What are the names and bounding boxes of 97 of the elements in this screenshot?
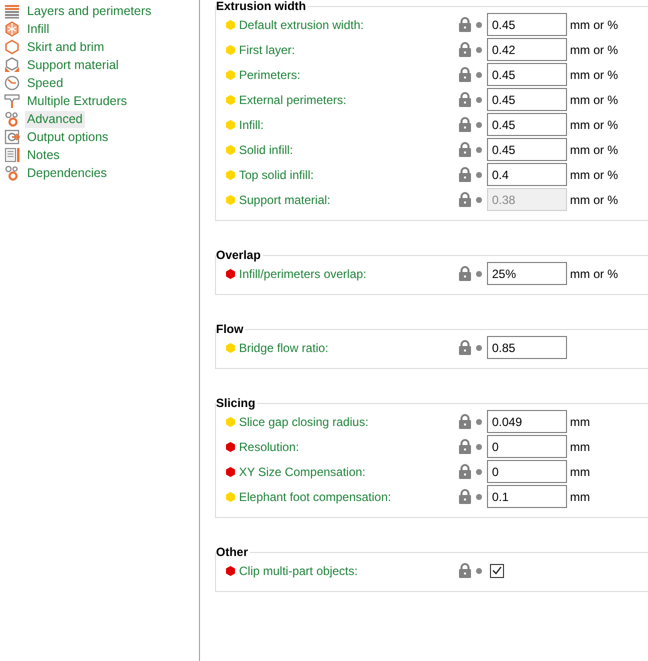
extruder-icon <box>4 93 20 109</box>
lock-icon[interactable] <box>458 192 472 208</box>
lock-icon[interactable] <box>458 414 472 430</box>
option-label: Resolution: <box>239 438 300 456</box>
reset-dot-icon[interactable] <box>476 22 482 28</box>
option-label: Bridge flow ratio: <box>239 340 328 356</box>
option-label: Slice gap closing radius: <box>239 414 368 430</box>
gears-icon <box>4 165 20 181</box>
option-label: Infill: <box>239 116 264 134</box>
value-field[interactable]: 0 <box>487 435 567 458</box>
value-field[interactable]: 0.42 <box>487 38 567 61</box>
option-label: Clip multi-part objects: <box>239 562 358 580</box>
sidebar-item[interactable]: Skirt and brim <box>25 38 106 56</box>
notes-icon <box>4 147 20 163</box>
group-title: Slicing <box>216 397 256 409</box>
value-field[interactable]: 0.049 <box>487 410 567 433</box>
sidebar-item[interactable]: Output options <box>25 128 110 146</box>
reset-dot-icon[interactable] <box>476 97 482 104</box>
value-field[interactable]: 0.45 <box>487 88 567 111</box>
reset-dot-icon[interactable] <box>476 345 482 352</box>
value-field[interactable]: 0.45 <box>487 13 567 36</box>
reset-dot-icon[interactable] <box>476 122 482 128</box>
lock-icon[interactable] <box>458 439 472 456</box>
unit-label: mm or % <box>569 168 618 182</box>
reset-dot-icon[interactable] <box>476 271 482 278</box>
lock-icon[interactable] <box>458 142 472 158</box>
unit-label: mm <box>569 464 590 478</box>
value-field[interactable]: 0.1 <box>487 485 567 508</box>
unit-label: mm or % <box>569 92 618 106</box>
lock-icon[interactable] <box>458 92 472 108</box>
sidebar-item[interactable]: Layers and perimeters <box>25 2 154 20</box>
sidebar-item[interactable]: Dependencies <box>25 164 109 182</box>
sidebar-item[interactable]: Multiple Extruders <box>25 92 130 110</box>
group-title: Flow <box>216 323 244 335</box>
layers-icon <box>4 3 20 19</box>
reset-dot-icon[interactable] <box>476 147 482 154</box>
reset-dot-icon[interactable] <box>476 419 482 426</box>
group-title: Extrusion width <box>216 0 307 12</box>
support-icon <box>4 57 20 73</box>
option-label: Support material: <box>239 192 330 208</box>
option-label: Perimeters: <box>239 66 300 84</box>
unit-label: mm or % <box>569 142 618 156</box>
unit-label: mm or % <box>569 68 618 82</box>
option-label: Infill/perimeters overlap: <box>239 266 366 282</box>
lock-icon[interactable] <box>458 67 472 84</box>
sidebar-item[interactable]: Infill <box>25 20 52 38</box>
value-field[interactable]: 0.45 <box>487 63 567 86</box>
unit-label: mm or % <box>569 266 618 280</box>
checkbox[interactable] <box>490 564 504 578</box>
unit-label: mm or % <box>569 42 618 56</box>
sidebar-item[interactable]: Speed <box>25 74 66 92</box>
lock-icon[interactable] <box>458 42 472 58</box>
reset-dot-icon[interactable] <box>476 469 482 476</box>
lock-icon[interactable] <box>458 489 472 506</box>
sidebar-item[interactable]: Notes <box>25 146 62 164</box>
reset-dot-icon[interactable] <box>476 172 482 178</box>
lock-icon[interactable] <box>458 266 472 282</box>
option-label: External perimeters: <box>239 92 346 108</box>
reset-dot-icon[interactable] <box>476 47 482 54</box>
unit-label: mm <box>569 440 590 454</box>
value-field[interactable]: 0.85 <box>487 336 567 359</box>
value-field[interactable]: 0.45 <box>487 138 567 161</box>
hexagon-icon <box>4 39 20 55</box>
reset-dot-icon[interactable] <box>476 444 482 450</box>
option-label: Solid infill: <box>239 142 294 158</box>
unit-label: mm <box>569 414 590 428</box>
lock-icon[interactable] <box>458 563 472 580</box>
unit-label: mm or % <box>569 192 618 206</box>
sidebar-item[interactable]: Advanced <box>25 110 85 128</box>
lock-icon[interactable] <box>458 167 472 184</box>
group-title: Overlap <box>216 249 262 261</box>
value-field[interactable]: 0 <box>487 460 567 483</box>
option-label: Elephant foot compensation: <box>239 488 392 506</box>
export-icon <box>4 129 20 145</box>
reset-dot-icon[interactable] <box>476 568 482 574</box>
option-label: XY Size Compensation: <box>239 464 366 480</box>
option-label: First layer: <box>239 42 296 58</box>
gauge-icon <box>4 75 20 91</box>
lock-icon[interactable] <box>458 17 472 34</box>
group-title: Other <box>216 546 250 558</box>
gears-icon <box>4 111 20 127</box>
unit-label: mm or % <box>569 18 618 32</box>
value-field[interactable]: 0.4 <box>487 163 567 186</box>
option-label: Top solid infill: <box>239 166 314 184</box>
value-field[interactable]: 25% <box>487 262 567 285</box>
value-field[interactable]: 0.45 <box>487 113 567 136</box>
lock-icon[interactable] <box>458 117 472 134</box>
unit-label: mm or % <box>569 118 618 132</box>
reset-dot-icon[interactable] <box>476 494 482 500</box>
unit-label: mm <box>569 490 590 504</box>
sidebar-item[interactable]: Support material <box>25 56 121 74</box>
infill-icon <box>4 21 20 37</box>
reset-dot-icon[interactable] <box>476 197 482 204</box>
option-label: Default extrusion width: <box>239 16 364 34</box>
lock-icon[interactable] <box>458 340 472 356</box>
reset-dot-icon[interactable] <box>476 72 482 78</box>
lock-icon[interactable] <box>458 464 472 480</box>
